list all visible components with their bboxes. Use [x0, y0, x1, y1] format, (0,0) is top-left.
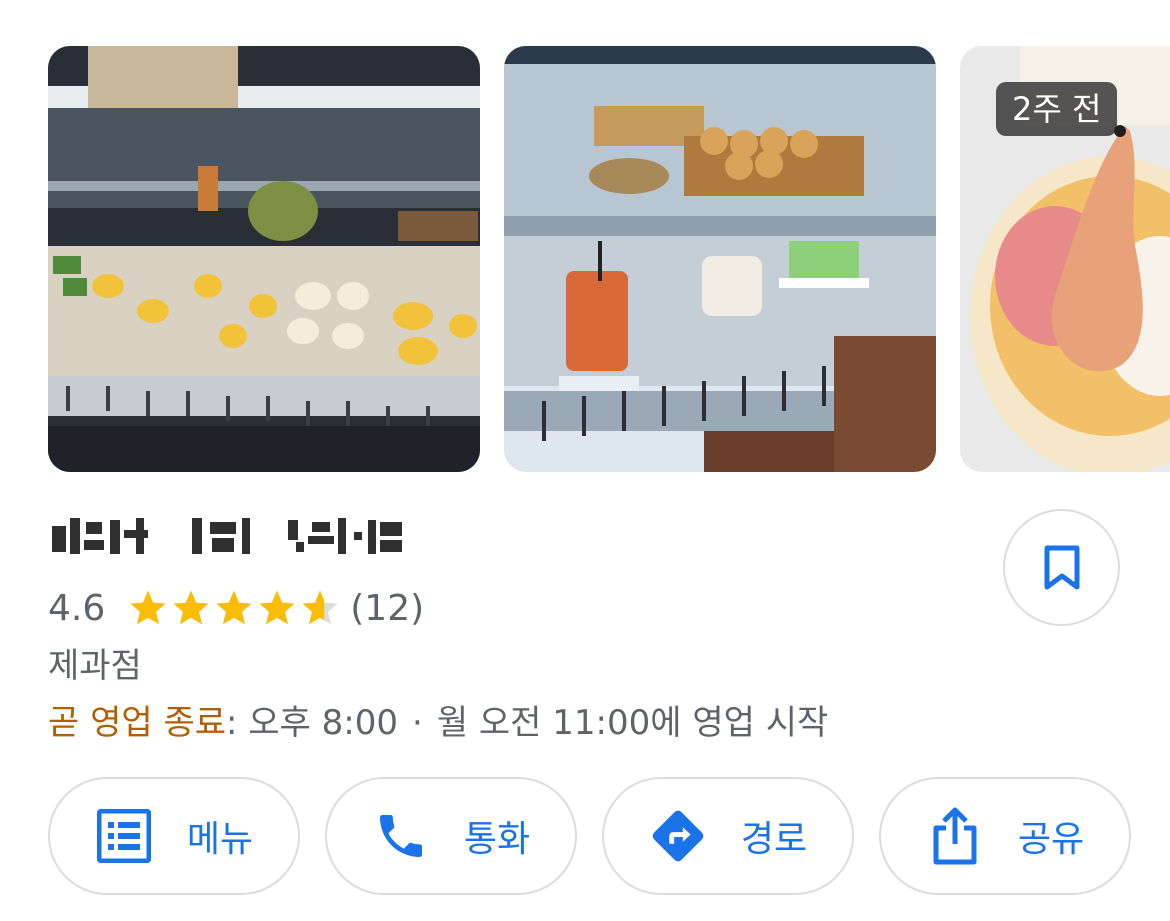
directions-icon — [649, 807, 707, 865]
action-bar: 메뉴 통화 경로 공유 — [0, 777, 1170, 897]
photo-shrimp-dessert[interactable]: 2주 전 — [960, 46, 1170, 472]
star-icon — [259, 590, 295, 625]
star-icon — [173, 590, 209, 625]
share-button[interactable]: 공유 — [879, 777, 1131, 895]
share-button-label: 공유 — [1017, 819, 1085, 860]
directions-button[interactable]: 경로 — [602, 777, 854, 895]
hours-next-open: 월 오전 11:00에 영업 시작 — [436, 703, 829, 743]
hours-close-time: : 오후 8:00 — [226, 703, 398, 743]
share-icon — [926, 807, 984, 865]
call-button[interactable]: 통화 — [325, 777, 577, 895]
bookmark-icon — [1044, 545, 1079, 589]
photo-drinks-case[interactable] — [504, 46, 936, 472]
review-count: (12) — [350, 587, 425, 629]
call-button-label: 통화 — [463, 819, 531, 860]
rating-row[interactable]: 4.6 (12) — [48, 580, 424, 636]
place-category: 제과점 — [48, 646, 142, 686]
phone-icon — [372, 807, 430, 865]
star-icon — [216, 590, 252, 625]
opening-hours[interactable]: 곧 영업 종료: 오후 8:00 · 월 오전 11:00에 영업 시작 — [48, 695, 828, 744]
menu-button[interactable]: 메뉴 — [48, 777, 300, 895]
rating-stars — [127, 587, 342, 629]
photo-age-badge: 2주 전 — [996, 82, 1118, 136]
hours-status: 곧 영업 종료 — [48, 703, 227, 743]
menu-button-label: 메뉴 — [186, 819, 254, 860]
hours-separator: · — [412, 703, 423, 743]
menu-list-icon — [95, 807, 153, 865]
save-button[interactable] — [1003, 509, 1120, 626]
star-icon — [302, 590, 338, 625]
rating-value: 4.6 — [48, 587, 106, 629]
directions-button-label: 경로 — [740, 819, 808, 860]
photo-display-case[interactable] — [48, 46, 480, 472]
star-icon — [130, 590, 166, 625]
place-name-blurred — [50, 512, 410, 562]
